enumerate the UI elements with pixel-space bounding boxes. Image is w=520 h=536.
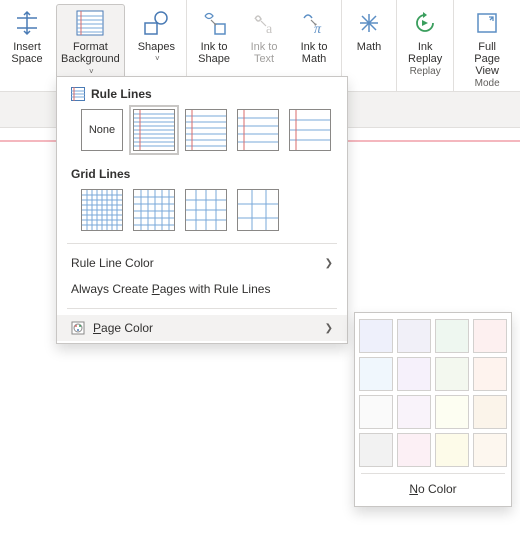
math-button[interactable]: Math [348,4,390,66]
page-color-swatch-0[interactable] [359,319,393,353]
full-page-view-button[interactable]: Full Page View [460,4,514,78]
group-label-mode: Mode [475,78,500,89]
rule-lines-icon [71,87,85,101]
page-color-swatch-10[interactable] [435,395,469,429]
grid-swatch-medium[interactable] [133,189,175,231]
ink-to-math-button[interactable]: π Ink to Math [293,4,335,66]
flyout-separator [361,473,505,474]
shapes-label: Shapes ˅ [138,41,175,65]
page-color-swatch-13[interactable] [397,433,431,467]
grid-swatch-vlarge[interactable] [237,189,279,231]
full-page-view-icon [471,7,503,39]
rule-line-color-item[interactable]: Rule Line Color ❯ [57,250,347,276]
math-label: Math [357,41,381,65]
page-color-swatch-5[interactable] [397,357,431,391]
shapes-button[interactable]: Shapes ˅ [133,4,180,66]
rule-swatch-narrow[interactable] [133,109,175,151]
ink-replay-label: Ink Replay [408,41,442,65]
no-color-label: No Color [409,482,456,496]
page-color-swatch-4[interactable] [359,357,393,391]
insert-space-label: Insert Space [11,41,42,65]
page-color-swatch-6[interactable] [435,357,469,391]
ribbon-group-mode: Full Page View Mode [454,0,520,91]
ink-to-text-label: Ink to Text [251,41,278,65]
ink-replay-button[interactable]: Ink Replay [403,4,447,66]
ink-to-math-icon: π [298,7,330,39]
page-color-flyout: No Color [354,312,512,507]
chevron-right-icon: ❯ [325,323,333,334]
rule-swatch-none[interactable]: None [81,109,123,151]
page-color-grid [361,319,505,467]
always-create-pages-item[interactable]: Always Create Pages with Rule Lines [57,276,347,302]
grid-swatch-large[interactable] [185,189,227,231]
chevron-right-icon: ❯ [325,258,333,269]
insert-space-button[interactable]: Insert Space [6,4,48,66]
ink-to-math-label: Ink to Math [301,41,328,65]
page-color-swatch-14[interactable] [435,433,469,467]
format-background-button[interactable]: Format Background ˅ [56,4,125,79]
dropdown-separator [67,308,337,309]
chevron-down-icon: ˅ [140,53,175,65]
page-color-swatch-11[interactable] [473,395,507,429]
page-color-swatch-9[interactable] [397,395,431,429]
ink-replay-icon [409,7,441,39]
ink-to-shape-button[interactable]: Ink to Shape [193,4,235,66]
format-background-label: Format Background ˅ [61,41,120,78]
no-color-item[interactable]: No Color [361,478,505,500]
format-background-dropdown: Rule Lines None Grid Lines Rule Line Col… [56,76,348,344]
ribbon-group-math: Math [342,0,397,91]
page-color-swatch-8[interactable] [359,395,393,429]
chevron-down-icon: ˅ [89,67,94,76]
page-color-icon [71,321,85,335]
group-label-replay: Replay [410,66,441,77]
grid-lines-heading: Grid Lines [71,167,333,181]
ink-to-shape-label: Ink to Shape [198,41,230,65]
dropdown-separator [67,243,337,244]
page-color-swatch-15[interactable] [473,433,507,467]
shapes-icon [140,7,172,39]
page-color-swatch-12[interactable] [359,433,393,467]
ink-to-text-icon: a [248,7,280,39]
rule-swatch-standard[interactable] [237,109,279,151]
rule-swatch-college[interactable] [185,109,227,151]
page-color-swatch-2[interactable] [435,319,469,353]
format-background-icon [74,7,106,39]
full-page-view-label: Full Page View [465,41,509,77]
ink-to-text-button[interactable]: a Ink to Text [243,4,285,66]
rule-swatch-row: None [71,109,333,151]
grid-swatch-small[interactable] [81,189,123,231]
svg-text:a: a [266,22,273,37]
insert-space-icon [11,7,43,39]
page-color-item[interactable]: Page Color ❯ [57,315,347,341]
always-create-pages-label: Always Create Pages with Rule Lines [71,282,270,296]
grid-swatch-row [71,189,333,231]
math-icon [353,7,385,39]
rule-swatch-wide[interactable] [289,109,331,151]
page-color-swatch-3[interactable] [473,319,507,353]
rule-lines-heading: Rule Lines [71,87,333,101]
page-color-swatch-7[interactable] [473,357,507,391]
ribbon-group-replay: Ink Replay Replay [397,0,454,91]
page-color-swatch-1[interactable] [397,319,431,353]
page-color-label: Page Color [93,321,153,335]
ink-to-shape-icon [198,7,230,39]
